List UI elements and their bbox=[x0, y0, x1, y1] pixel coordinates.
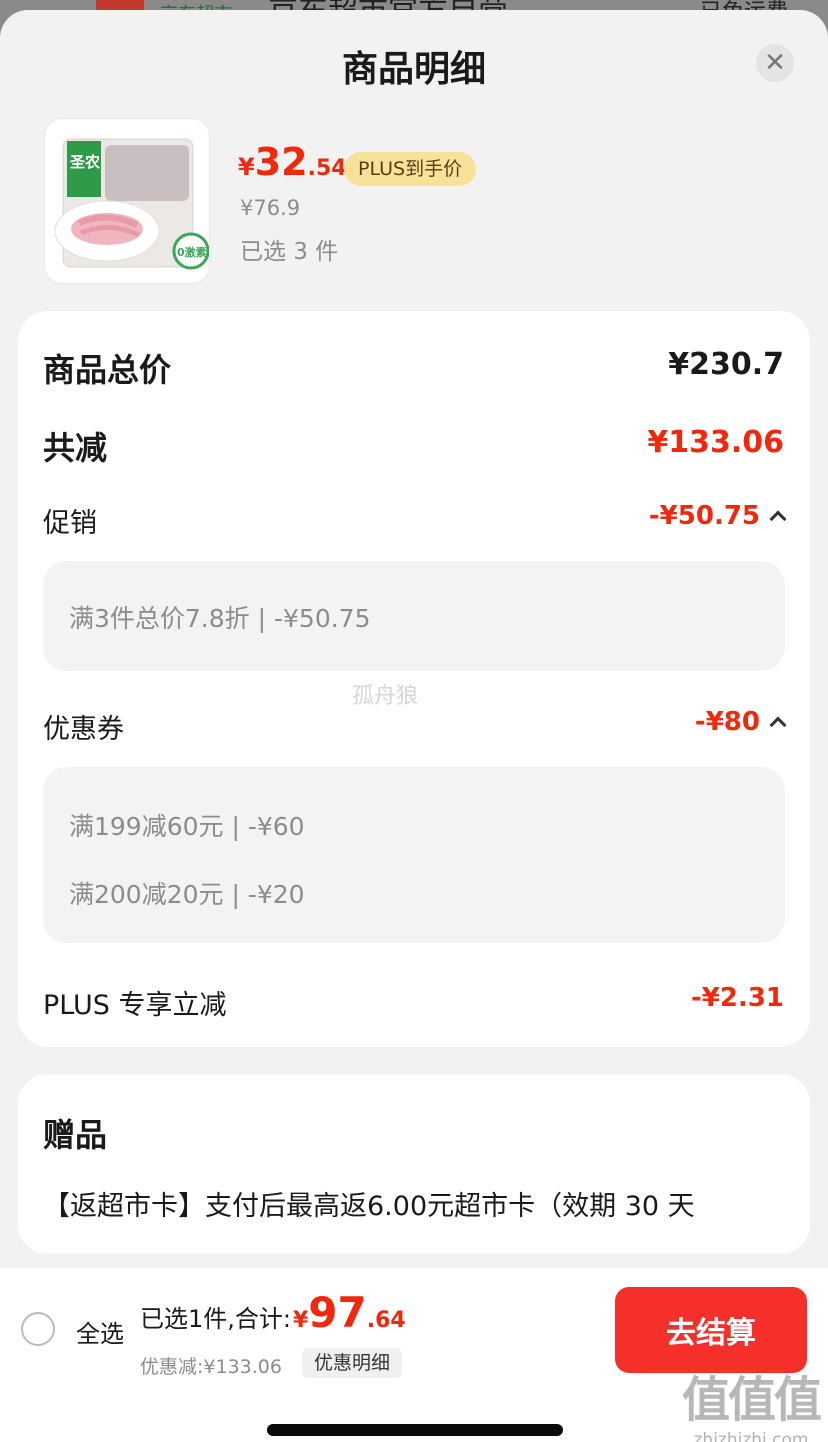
selected-count: 已选 3 件 bbox=[240, 239, 339, 265]
promotion-value: -¥50.75 bbox=[648, 501, 760, 531]
promotion-detail: 满3件总价7.8折 | -¥50.75 bbox=[69, 604, 371, 633]
total-saving-label: 共减 bbox=[43, 429, 108, 467]
order-total-decimal: .64 bbox=[366, 1308, 406, 1333]
order-total-prefix: 已选1件,合计: bbox=[140, 1305, 291, 1333]
total-saving-value: ¥133.06 bbox=[647, 425, 784, 460]
discount-summary: 优惠减:¥133.06 bbox=[140, 1356, 282, 1378]
order-total-integer: 97 bbox=[308, 1288, 367, 1337]
plus-price-badge: PLUS到手价 bbox=[344, 152, 477, 186]
watermark-logo: 值值值 bbox=[681, 1372, 822, 1428]
original-price: ¥76.9 bbox=[240, 196, 301, 220]
plus-discount-value: -¥2.31 bbox=[690, 983, 784, 1013]
promotion-detail-box: 满3件总价7.8折 | -¥50.75 bbox=[43, 561, 785, 671]
coupon-detail-box: 满199减60元 | -¥60 满200减20元 | -¥20 bbox=[43, 767, 785, 943]
product-detail-sheet: 商品明细 ✕ 圣农 0激素 ¥ 32 .54 PLUS到手价 ¥76.9 已选 … bbox=[0, 10, 828, 1442]
promotion-label: 促销 bbox=[43, 508, 97, 539]
price-integer: 32 bbox=[254, 140, 308, 184]
coupon-value: -¥80 bbox=[694, 707, 760, 737]
chevron-up-icon bbox=[769, 716, 787, 734]
product-thumbnail[interactable]: 圣农 0激素 bbox=[44, 118, 210, 284]
plus-discount-label: PLUS 专享立减 bbox=[43, 990, 227, 1021]
coupon-label: 优惠券 bbox=[43, 714, 124, 745]
price-decimal: .54 bbox=[307, 156, 347, 181]
sheet-title: 商品明细 bbox=[341, 49, 486, 90]
coupon-detail: 满200减20元 | -¥20 bbox=[69, 880, 305, 909]
watermark-text: 孤舟狼 bbox=[352, 684, 419, 709]
order-total-symbol: ¥ bbox=[292, 1308, 309, 1333]
total-price-label: 商品总价 bbox=[43, 351, 172, 389]
zero-hormone-badge: 0激素 bbox=[177, 245, 207, 259]
promotion-toggle[interactable]: -¥50.75 bbox=[648, 501, 787, 531]
order-total: 已选1件,合计: ¥ 97 .64 bbox=[140, 1288, 406, 1337]
total-price-value: ¥230.7 bbox=[668, 347, 784, 382]
home-indicator[interactable] bbox=[267, 1424, 563, 1436]
coupon-toggle[interactable]: -¥80 bbox=[694, 707, 787, 737]
chevron-up-icon bbox=[769, 510, 787, 528]
product-price: ¥ 32 .54 bbox=[238, 140, 347, 184]
site-watermark: 值值值 zhizhizhi.com bbox=[676, 1360, 826, 1442]
gift-description: 【返超市卡】支付后最高返6.00元超市卡（效期 30 天 bbox=[43, 1191, 695, 1222]
select-all-checkbox[interactable] bbox=[21, 1312, 55, 1346]
price-symbol: ¥ bbox=[238, 153, 255, 181]
brand-logo: 圣农 bbox=[69, 153, 100, 171]
close-button[interactable]: ✕ bbox=[756, 44, 794, 82]
product-image: 圣农 0激素 bbox=[54, 138, 209, 270]
gift-title: 赠品 bbox=[43, 1116, 108, 1154]
watermark-url: zhizhizhi.com bbox=[693, 1430, 809, 1442]
select-all-label[interactable]: 全选 bbox=[76, 1314, 124, 1349]
discount-detail-button[interactable]: 优惠明细 bbox=[302, 1348, 403, 1378]
close-icon: ✕ bbox=[764, 48, 786, 78]
gift-card: 赠品 【返超市卡】支付后最高返6.00元超市卡（效期 30 天 bbox=[18, 1074, 810, 1254]
coupon-detail: 满199减60元 | -¥60 bbox=[69, 812, 305, 841]
